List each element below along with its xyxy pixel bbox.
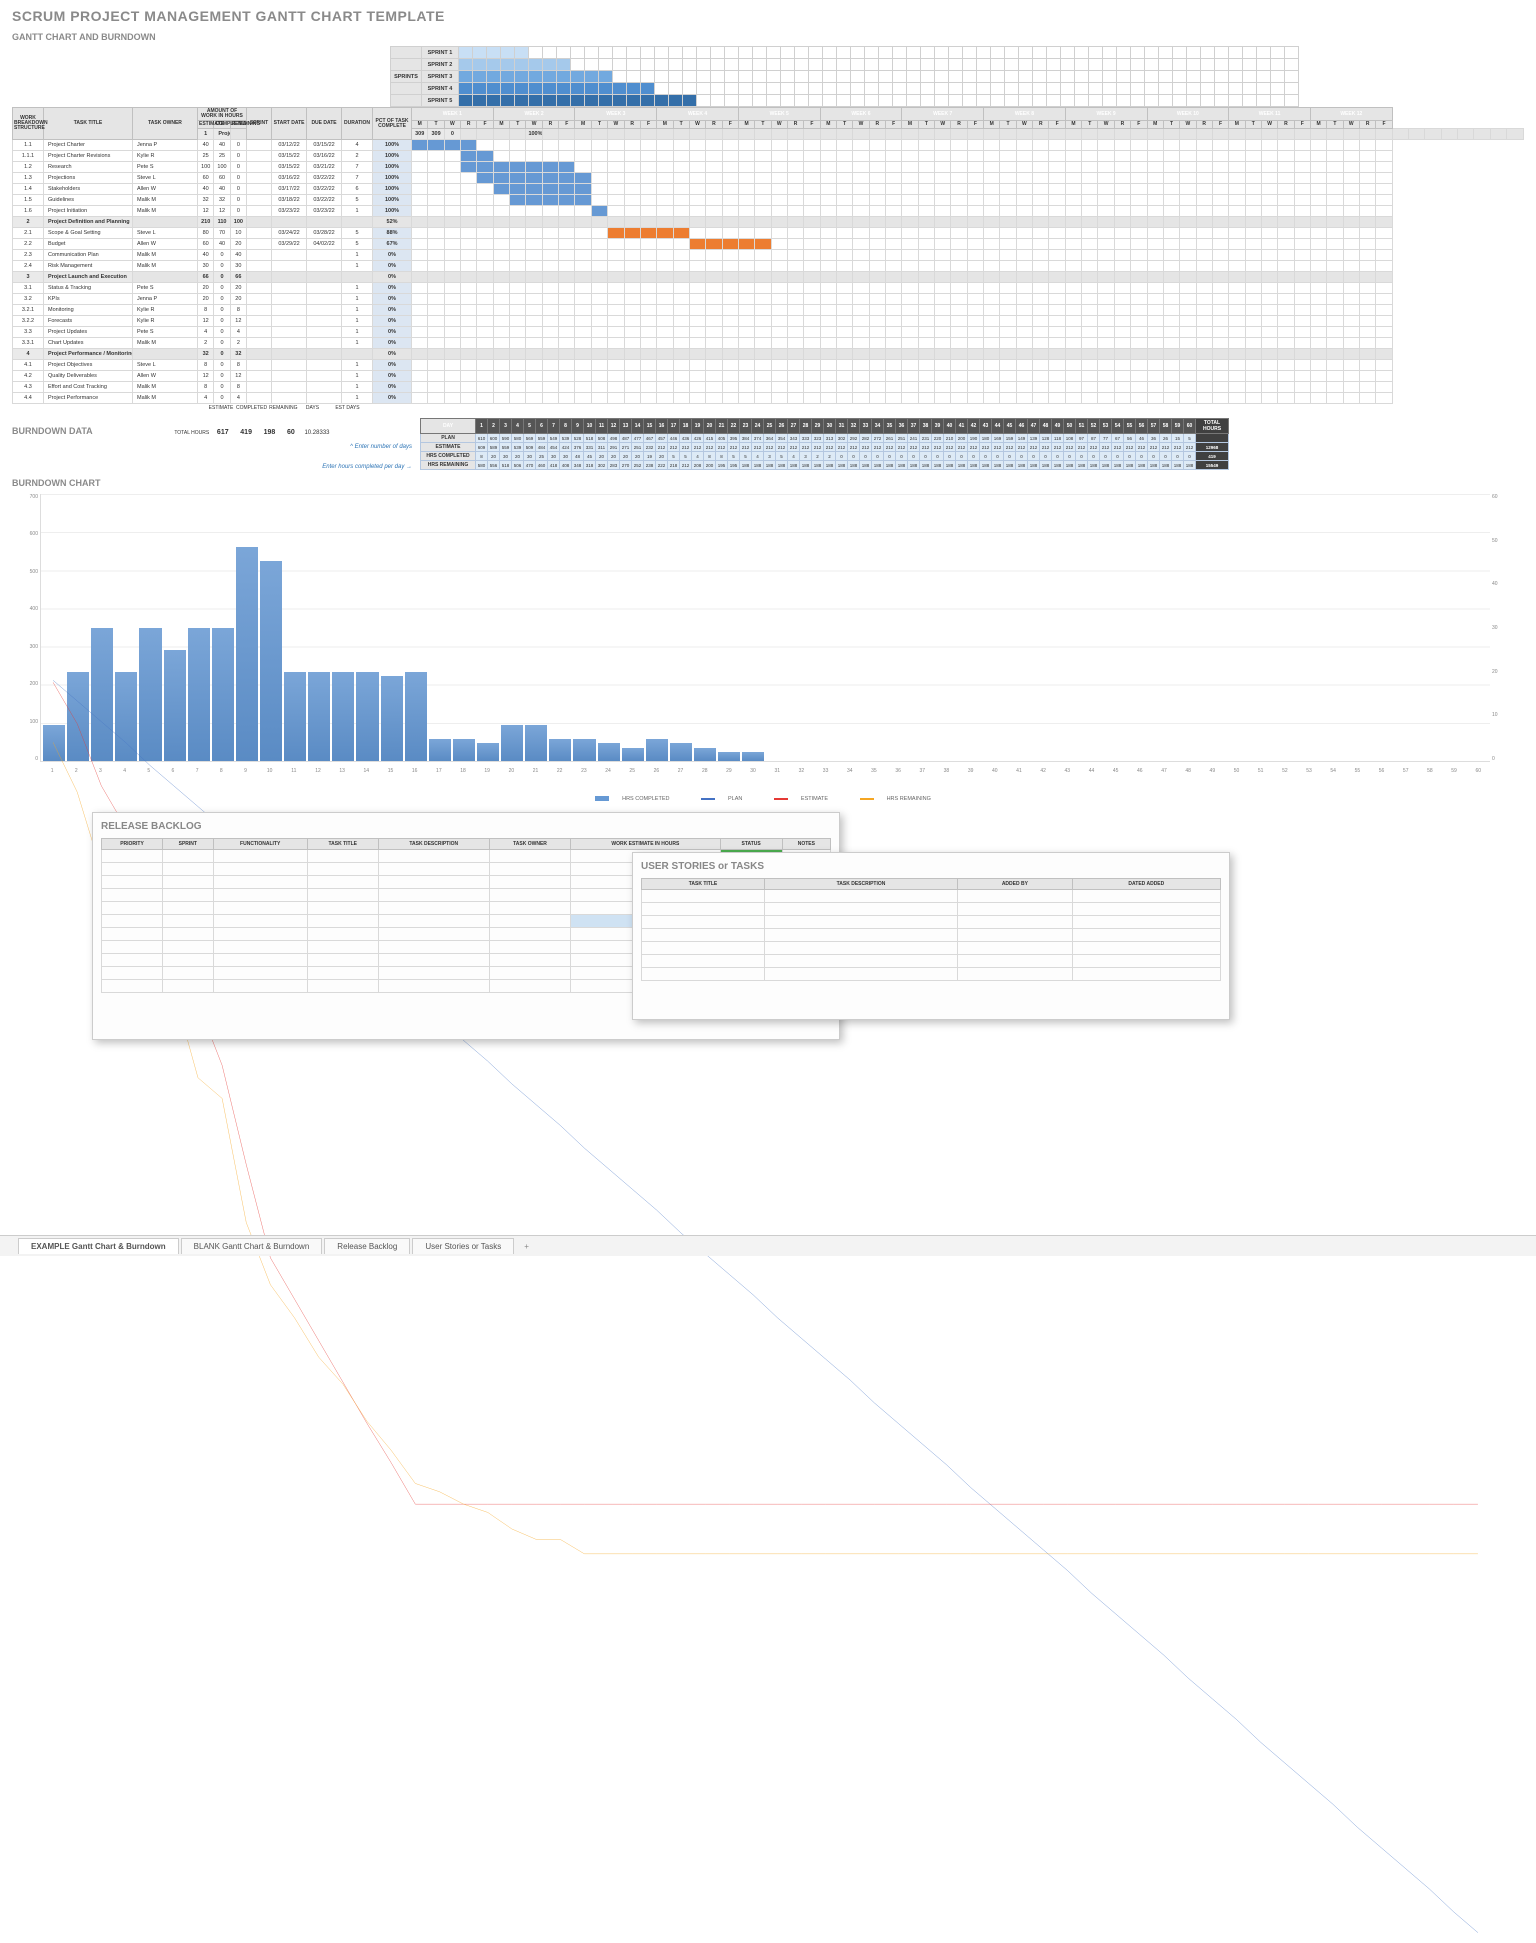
- tab-release[interactable]: Release Backlog: [324, 1238, 410, 1254]
- sheet-tabs: EXAMPLE Gantt Chart & Burndown BLANK Gan…: [0, 1235, 1536, 1256]
- totals-row: ESTIMATECOMPLETEDREMAINING DAYSEST DAYS: [207, 404, 368, 412]
- tab-example[interactable]: EXAMPLE Gantt Chart & Burndown: [18, 1238, 179, 1254]
- gantt-table: WORK BREAKDOWN STRUCTURETASK TITLETASK O…: [12, 107, 1524, 404]
- burndown-data-table: DAY1234567891011121314151617181920212223…: [420, 418, 1229, 470]
- est-days-value: 10.28333: [304, 430, 329, 436]
- burndown-chart: 7006005004003002001000 6050403020100 123…: [20, 494, 1510, 784]
- tab-blank[interactable]: BLANK Gantt Chart & Burndown: [181, 1238, 323, 1254]
- add-sheet-icon[interactable]: +: [516, 1239, 537, 1254]
- tab-userstories[interactable]: User Stories or Tasks: [412, 1238, 514, 1254]
- user-stories-panel: USER STORIES or TASKS TASK TITLETASK DES…: [632, 852, 1230, 1020]
- note-hours: Enter hours completed per day →: [12, 464, 412, 470]
- days-value: 60: [287, 429, 295, 436]
- user-stories-title: USER STORIES or TASKS: [641, 861, 1221, 872]
- burndown-data-title: BURNDOWN DATA: [12, 426, 93, 436]
- sprints-legend: SPRINT 1SPRINT 2SPRINTSSPRINT 3SPRINT 4S…: [390, 46, 1299, 107]
- sum-estimate: 617: [217, 429, 229, 436]
- user-stories-table: TASK TITLETASK DESCRIPTIONADDED BYDATED …: [641, 878, 1221, 981]
- sum-remaining: 198: [264, 429, 276, 436]
- release-backlog-title: RELEASE BACKLOG: [101, 821, 831, 832]
- page-title: SCRUM PROJECT MANAGEMENT GANTT CHART TEM…: [12, 8, 1524, 24]
- burndown-chart-title: BURNDOWN CHART: [12, 478, 1524, 488]
- note-days: ^ Enter number of days: [12, 444, 412, 450]
- preview-panels: RELEASE BACKLOG PRIORITYSPRINTFUNCTIONAL…: [22, 812, 1514, 1042]
- sum-completed: 419: [240, 429, 252, 436]
- gantt-subtitle: GANTT CHART AND BURNDOWN: [12, 32, 1524, 42]
- total-hours-label: TOTAL HOURS: [174, 430, 209, 436]
